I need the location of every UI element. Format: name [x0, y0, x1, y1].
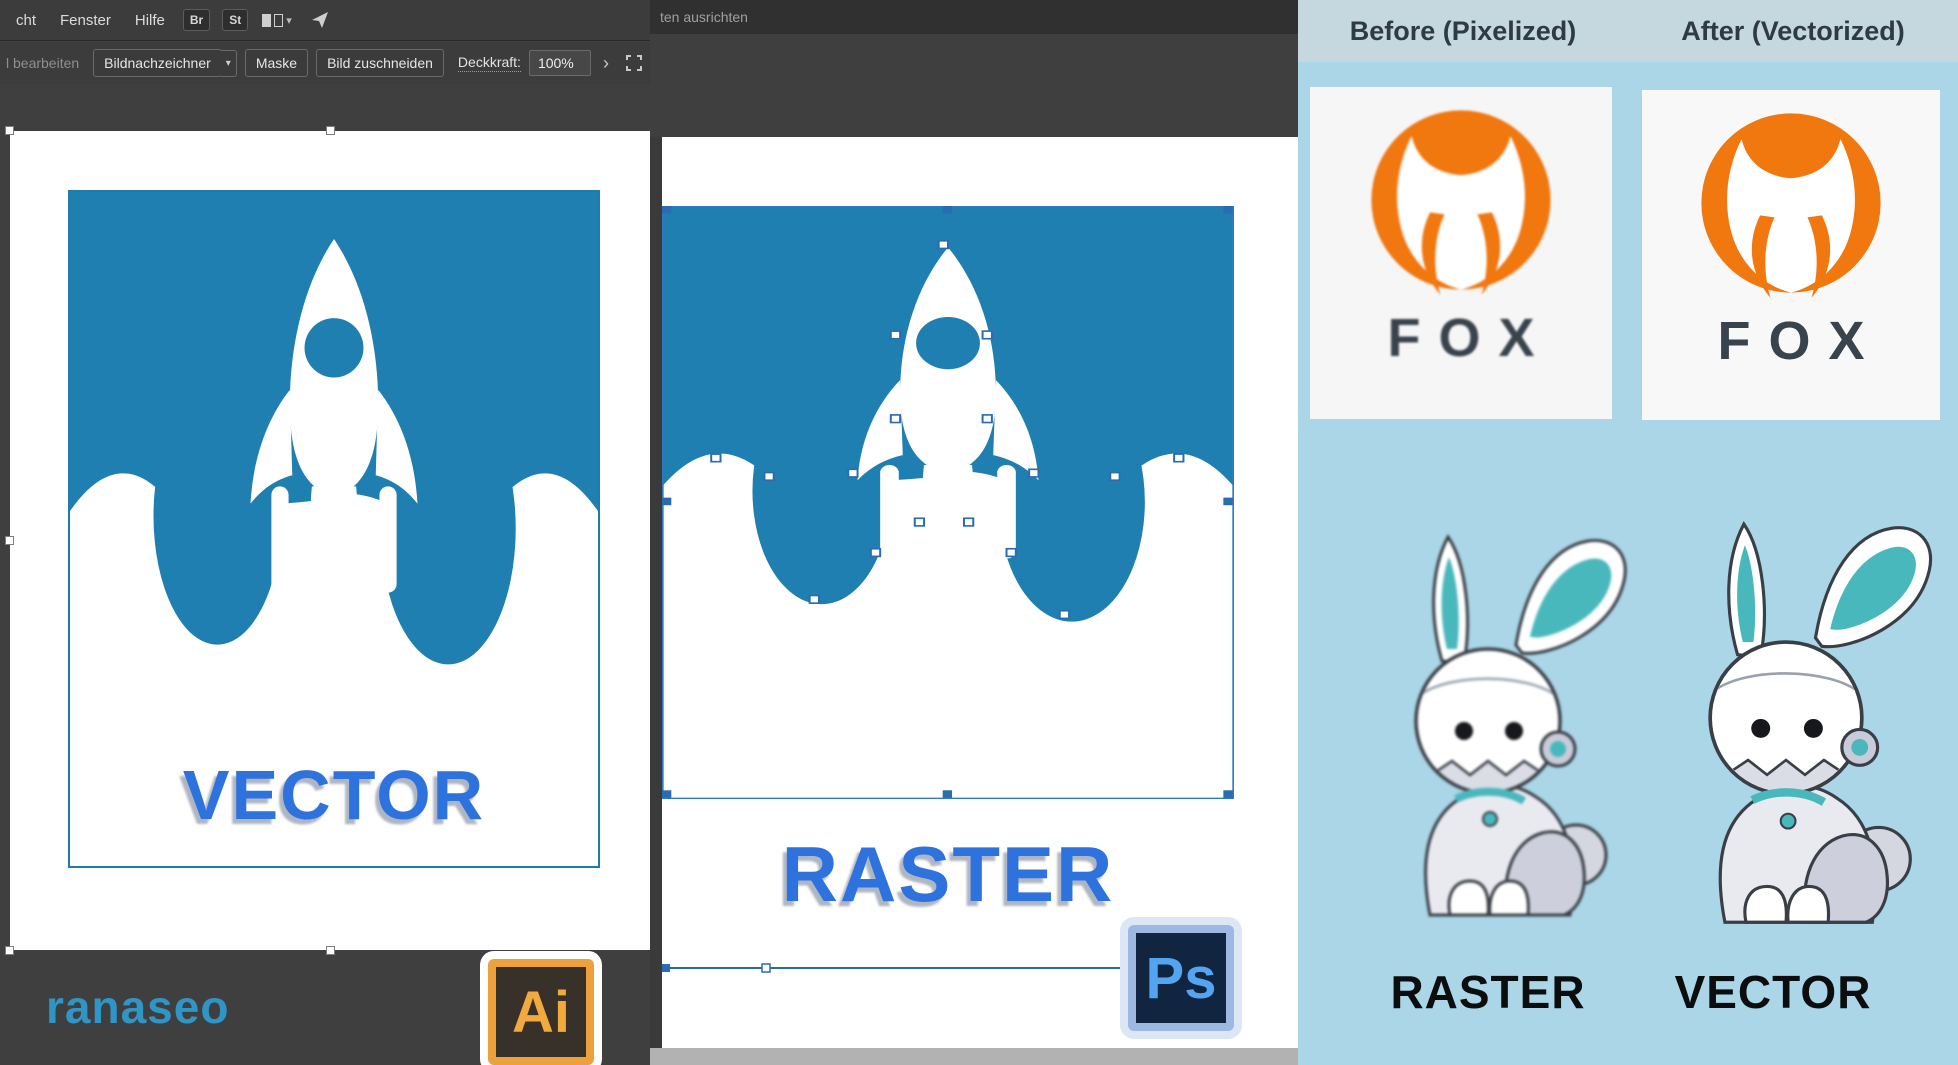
photoshop-canvas[interactable]: RASTER Ps [662, 137, 1298, 1048]
robot-bunny-vector-icon [1628, 487, 1944, 953]
selection-handle[interactable] [326, 946, 335, 955]
opacity-input[interactable]: 100% [529, 50, 591, 76]
fox-card-after: FOX [1642, 90, 1940, 420]
menu-item-ansicht-partial[interactable]: cht [4, 0, 48, 41]
illustrator-artboard[interactable]: VECTOR Ai [10, 131, 650, 950]
crop-frame-icon[interactable] [624, 53, 644, 73]
photoshop-toolbar-area [650, 34, 1298, 137]
vector-caption-text: VECTOR [70, 755, 598, 835]
selection-handle[interactable] [326, 126, 335, 135]
stock-icon[interactable]: St [222, 9, 248, 31]
fox-logo-vectorized-icon [1677, 100, 1905, 306]
fox-card-before: FOX [1310, 87, 1612, 419]
mask-button[interactable]: Maske [245, 49, 308, 77]
before-header: Before (Pixelized) [1333, 16, 1593, 47]
menu-item-fenster[interactable]: Fenster [48, 0, 123, 41]
raster-label: RASTER [1363, 965, 1613, 1019]
photoshop-options-bar: ten ausrichten [650, 0, 1298, 34]
bunny-raster-illustration [1338, 497, 1638, 949]
comparison-panel: Before (Pixelized) After (Vectorized) FO… [1298, 0, 1958, 1065]
illustrator-app-logo: Ai [488, 959, 594, 1065]
vector-label: VECTOR [1648, 965, 1898, 1019]
selection-handle[interactable] [5, 946, 14, 955]
opacity-label: Deckkraft: [458, 54, 521, 72]
arrange-doc-left-icon [262, 14, 271, 27]
fox-label-before: FOX [1369, 307, 1552, 369]
fox-label-after: FOX [1699, 310, 1882, 372]
photoshop-app-logo: Ps [1128, 925, 1234, 1031]
selection-handle[interactable] [5, 536, 14, 545]
fox-logo-pixelized-icon [1347, 97, 1575, 303]
illustrator-control-bar: l bearbeiten Bildnachzeichner ▾ Maske Bi… [0, 42, 650, 84]
raster-caption-text: RASTER [662, 829, 1234, 920]
arrange-doc-right-icon [274, 14, 283, 27]
photoshop-canvas-edge [650, 1048, 1298, 1065]
bridge-icon[interactable]: Br [183, 9, 210, 31]
expand-chevron-button[interactable]: › [599, 53, 613, 74]
robot-bunny-raster-icon [1338, 497, 1638, 949]
illustrator-menubar: cht Fenster Hilfe Br St ▾ [0, 0, 650, 41]
comparison-header-strip: Before (Pixelized) After (Vectorized) [1298, 0, 1958, 62]
chevron-down-icon: ▾ [286, 14, 292, 27]
illustrator-canvas[interactable]: VECTOR Ai ranaseo [0, 84, 650, 1065]
image-trace-dropdown[interactable]: ▾ [221, 50, 237, 77]
selection-handle[interactable] [5, 126, 14, 135]
share-icon[interactable] [310, 10, 330, 30]
bunny-vector-illustration [1628, 487, 1944, 953]
watermark-text: ranaseo [46, 980, 229, 1034]
menu-item-hilfe[interactable]: Hilfe [123, 0, 177, 41]
screenshot-root: cht Fenster Hilfe Br St ▾ l bearbeiten B… [0, 0, 1958, 1065]
raster-rocket-artwork[interactable] [662, 206, 1234, 799]
rocket-logo-traced-icon [662, 206, 1234, 799]
align-label-partial: ten ausrichten [660, 9, 748, 25]
image-trace-button[interactable]: Bildnachzeichner [93, 49, 222, 77]
vector-rocket-artwork[interactable]: VECTOR [68, 190, 600, 868]
crop-image-button[interactable]: Bild zuschneiden [316, 49, 444, 77]
after-header: After (Vectorized) [1663, 16, 1923, 47]
arrange-documents-icon[interactable]: ▾ [262, 14, 292, 27]
illustrator-window: cht Fenster Hilfe Br St ▾ l bearbeiten B… [0, 0, 650, 1065]
edit-image-label-partial: l bearbeiten [6, 55, 79, 71]
photoshop-window: ten ausrichten RASTER Ps [650, 0, 1298, 1065]
